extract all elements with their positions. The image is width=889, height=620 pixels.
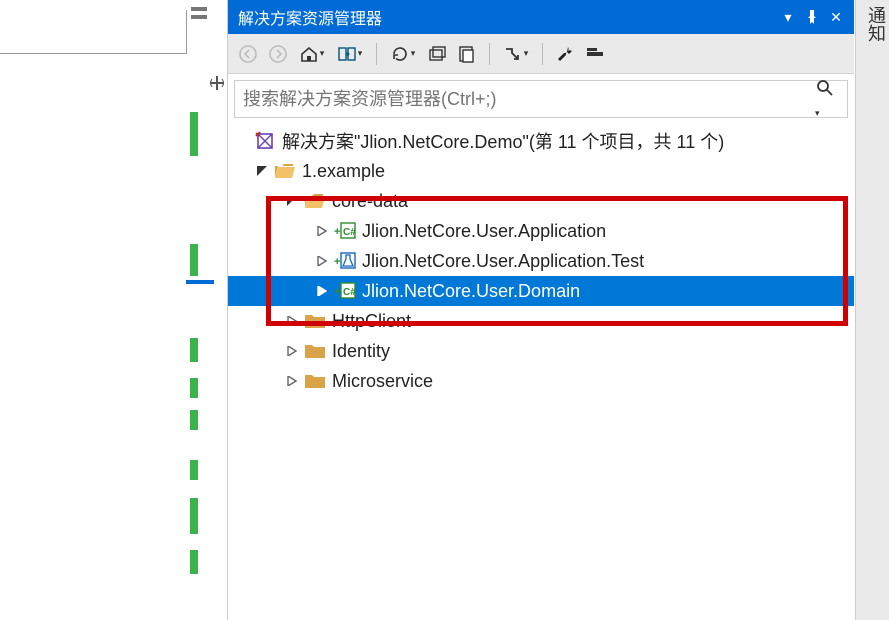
project-domain[interactable]: +C# Jlion.NetCore.User.Domain	[228, 276, 854, 306]
expander-icon[interactable]	[284, 313, 300, 329]
svg-text:+: +	[334, 256, 340, 268]
panel-title: 解决方案资源管理器	[238, 5, 776, 29]
scope-button[interactable]: ▾	[498, 40, 534, 68]
svg-text:C#: C#	[343, 287, 356, 298]
expander-icon[interactable]	[284, 193, 300, 209]
back-button	[234, 40, 262, 68]
split-handle-icon[interactable]	[190, 6, 208, 24]
folder-open-icon	[304, 190, 326, 212]
collapse-all-button[interactable]	[423, 40, 451, 68]
pin-icon[interactable]	[800, 5, 824, 29]
expander-icon[interactable]	[314, 253, 330, 269]
expander-icon[interactable]	[284, 343, 300, 359]
folder-identity[interactable]: Identity	[228, 336, 854, 366]
preview-button[interactable]	[581, 40, 609, 68]
home-button[interactable]: ▾	[294, 40, 330, 68]
test-project-icon: +	[334, 250, 356, 272]
folder-icon	[304, 340, 326, 362]
folder-label: 1.example	[302, 161, 385, 182]
expander-icon[interactable]	[314, 283, 330, 299]
project-application[interactable]: +C# Jlion.NetCore.User.Application	[228, 216, 854, 246]
show-all-button[interactable]	[453, 40, 481, 68]
notifications-label: 通知	[866, 6, 886, 42]
folder-label: Microservice	[332, 371, 433, 392]
svg-text:C#: C#	[343, 227, 356, 238]
refresh-button[interactable]: ▾	[385, 40, 421, 68]
expander-icon[interactable]	[284, 373, 300, 389]
search-box[interactable]: ▾	[234, 80, 848, 118]
folder-label: core-data	[332, 191, 408, 212]
properties-button[interactable]	[551, 40, 579, 68]
solution-tree[interactable]: 解决方案"Jlion.NetCore.Demo"(第 11 个项目，共 11 个…	[228, 122, 854, 620]
vsplit-handle-icon[interactable]	[208, 76, 226, 94]
expander-icon[interactable]	[314, 223, 330, 239]
project-label: Jlion.NetCore.User.Application	[362, 221, 606, 242]
editor-pane	[0, 0, 228, 620]
toolbar: ▾ ▾ ▾ ▾	[228, 34, 854, 74]
svg-text:+: +	[334, 226, 340, 238]
search-icon[interactable]: ▾	[815, 78, 839, 121]
folder-label: HttpClient	[332, 311, 411, 332]
project-label: Jlion.NetCore.User.Domain	[362, 281, 580, 302]
csharp-project-icon: +C#	[334, 280, 356, 302]
solution-icon	[254, 130, 276, 152]
csharp-project-icon: +C#	[334, 220, 356, 242]
notifications-tab[interactable]: 通知	[855, 0, 889, 620]
project-application-test[interactable]: + Jlion.NetCore.User.Application.Test	[228, 246, 854, 276]
solution-label: 解决方案"Jlion.NetCore.Demo"(第 11 个项目，共 11 个…	[282, 128, 724, 154]
svg-text:+: +	[334, 286, 340, 298]
folder-core-data[interactable]: core-data	[228, 186, 854, 216]
folder-icon	[304, 310, 326, 332]
forward-button	[264, 40, 292, 68]
project-label: Jlion.NetCore.User.Application.Test	[362, 251, 644, 272]
window-position-icon[interactable]: ▾	[776, 5, 800, 29]
folder-example[interactable]: 1.example	[228, 156, 854, 186]
folder-icon	[304, 370, 326, 392]
editor-change-margin	[190, 100, 200, 600]
search-input[interactable]	[243, 89, 815, 110]
folder-open-icon	[274, 160, 296, 182]
solution-node[interactable]: 解决方案"Jlion.NetCore.Demo"(第 11 个项目，共 11 个…	[228, 126, 854, 156]
solution-explorer-panel: 解决方案资源管理器 ▾ ✕ ▾ ▾ ▾	[228, 0, 854, 620]
folder-label: Identity	[332, 341, 390, 362]
sync-view-button[interactable]: ▾	[332, 40, 368, 68]
close-icon[interactable]: ✕	[824, 5, 848, 29]
panel-title-bar[interactable]: 解决方案资源管理器 ▾ ✕	[228, 0, 854, 34]
folder-httpclient[interactable]: HttpClient	[228, 306, 854, 336]
expander-icon[interactable]	[254, 163, 270, 179]
folder-microservice[interactable]: Microservice	[228, 366, 854, 396]
